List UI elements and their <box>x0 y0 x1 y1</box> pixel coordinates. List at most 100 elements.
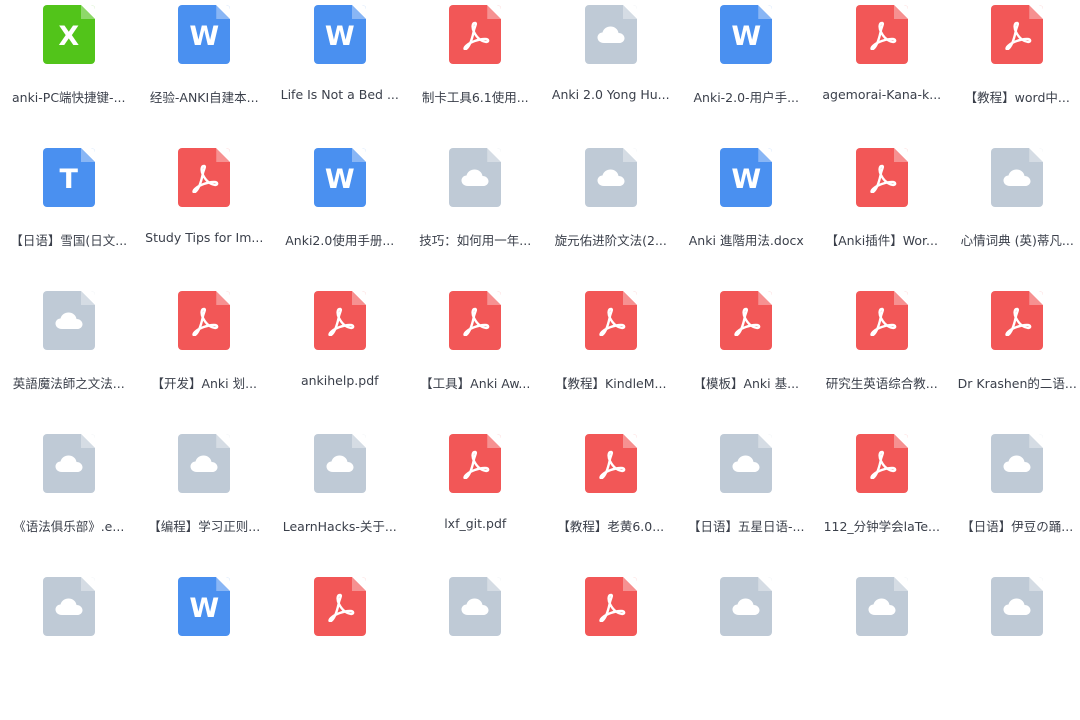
file-name: Anki2.0使用手册... <box>278 230 402 249</box>
file-item-19[interactable]: ankihelp.pdf <box>272 291 408 434</box>
pdf-file-icon <box>314 577 366 636</box>
pdf-file-icon <box>991 5 1043 64</box>
file-item-30[interactable]: 【日语】五星日语-... <box>679 434 815 577</box>
pdf-file-icon <box>585 577 637 636</box>
folded-corner-icon <box>1029 291 1043 305</box>
folded-corner-icon <box>894 291 908 305</box>
file-item-21[interactable]: 【教程】KindleM... <box>543 291 679 434</box>
cloud-file-icon <box>720 577 772 636</box>
cloud-file-icon <box>178 434 230 493</box>
file-item-27[interactable]: LearnHacks-关于... <box>272 434 408 577</box>
file-name: 技巧：如何用一年... <box>413 230 537 249</box>
file-item-29[interactable]: 【教程】老黄6.0... <box>543 434 679 577</box>
pdf-file-icon <box>314 291 366 350</box>
pdf-file-icon <box>178 291 230 350</box>
file-item-7[interactable]: agemorai-Kana-k... <box>814 5 950 148</box>
folded-corner-icon <box>216 5 230 19</box>
file-name: Study Tips for Im... <box>142 230 266 245</box>
file-name: agemorai-Kana-k... <box>820 87 944 102</box>
file-item-32[interactable]: 【日语】伊豆の踊... <box>950 434 1080 577</box>
file-type-letter: W <box>731 164 761 195</box>
folded-corner-icon <box>758 291 772 305</box>
file-item-23[interactable]: 研究生英语综合教... <box>814 291 950 434</box>
file-name: 【开发】Anki 划... <box>142 373 266 392</box>
folded-corner-icon <box>894 148 908 162</box>
file-name: 《语法俱乐部》.e... <box>7 516 131 535</box>
file-item-26[interactable]: 【编程】学习正则... <box>137 434 273 577</box>
pdf-file-icon <box>449 434 501 493</box>
file-item-38[interactable] <box>679 577 815 720</box>
file-name: 心情词典 (英)蒂凡... <box>955 230 1079 249</box>
file-item-20[interactable]: 【工具】Anki Aw... <box>408 291 544 434</box>
folded-corner-icon <box>216 577 230 591</box>
file-item-36[interactable] <box>408 577 544 720</box>
file-name: Anki-2.0-用户手... <box>684 87 808 106</box>
cloud-file-icon <box>585 5 637 64</box>
file-item-10[interactable]: Study Tips for Im... <box>137 148 273 291</box>
word-file-icon: W <box>720 148 772 207</box>
file-type-letter: W <box>189 593 219 624</box>
word-file-icon: W <box>178 577 230 636</box>
folded-corner-icon <box>487 577 501 591</box>
file-item-18[interactable]: 【开发】Anki 划... <box>137 291 273 434</box>
file-name: 英語魔法師之文法... <box>7 373 131 392</box>
pdf-file-icon <box>449 291 501 350</box>
file-name: 【教程】老黄6.0... <box>549 516 673 535</box>
file-item-6[interactable]: W Anki-2.0-用户手... <box>679 5 815 148</box>
folded-corner-icon <box>352 577 366 591</box>
pdf-file-icon <box>856 5 908 64</box>
file-grid: X anki-PC端快捷键-... W 经验-ANKI自建本... W Life… <box>0 0 1080 646</box>
file-item-1[interactable]: X anki-PC端快捷键-... <box>1 5 137 148</box>
file-item-39[interactable] <box>814 577 950 720</box>
file-item-4[interactable]: 制卡工具6.1使用... <box>408 5 544 148</box>
file-name: Anki 進階用法.docx <box>684 230 808 249</box>
folded-corner-icon <box>487 5 501 19</box>
file-item-28[interactable]: lxf_git.pdf <box>408 434 544 577</box>
folded-corner-icon <box>487 291 501 305</box>
file-type-letter: W <box>189 21 219 52</box>
cloud-file-icon <box>43 577 95 636</box>
folded-corner-icon <box>81 5 95 19</box>
file-item-15[interactable]: 【Anki插件】Wor... <box>814 148 950 291</box>
file-name: 旋元佑进阶文法(2... <box>549 230 673 249</box>
folded-corner-icon <box>1029 577 1043 591</box>
cloud-file-icon <box>449 577 501 636</box>
file-item-12[interactable]: 技巧：如何用一年... <box>408 148 544 291</box>
file-item-40[interactable] <box>950 577 1080 720</box>
pdf-file-icon <box>856 148 908 207</box>
folded-corner-icon <box>894 577 908 591</box>
file-item-13[interactable]: 旋元佑进阶文法(2... <box>543 148 679 291</box>
file-item-3[interactable]: W Life Is Not a Bed ... <box>272 5 408 148</box>
file-item-5[interactable]: Anki 2.0 Yong Hu... <box>543 5 679 148</box>
folded-corner-icon <box>216 291 230 305</box>
file-item-8[interactable]: 【教程】word中... <box>950 5 1080 148</box>
cloud-file-icon <box>43 291 95 350</box>
cloud-file-icon <box>449 148 501 207</box>
file-item-37[interactable] <box>543 577 679 720</box>
folded-corner-icon <box>623 148 637 162</box>
pdf-file-icon <box>991 291 1043 350</box>
folded-corner-icon <box>81 577 95 591</box>
pdf-file-icon <box>178 148 230 207</box>
file-name: LearnHacks-关于... <box>278 516 402 535</box>
folded-corner-icon <box>352 434 366 448</box>
file-item-25[interactable]: 《语法俱乐部》.e... <box>1 434 137 577</box>
folded-corner-icon <box>758 434 772 448</box>
pdf-file-icon <box>585 291 637 350</box>
file-item-2[interactable]: W 经验-ANKI自建本... <box>137 5 273 148</box>
folded-corner-icon <box>352 148 366 162</box>
folded-corner-icon <box>1029 434 1043 448</box>
file-item-11[interactable]: W Anki2.0使用手册... <box>272 148 408 291</box>
file-item-14[interactable]: W Anki 進階用法.docx <box>679 148 815 291</box>
file-item-33[interactable] <box>1 577 137 720</box>
file-item-17[interactable]: 英語魔法師之文法... <box>1 291 137 434</box>
cloud-file-icon <box>585 148 637 207</box>
file-item-9[interactable]: T 【日语】雪国(日文... <box>1 148 137 291</box>
file-item-22[interactable]: 【模板】Anki 基... <box>679 291 815 434</box>
file-item-16[interactable]: 心情词典 (英)蒂凡... <box>950 148 1080 291</box>
file-item-35[interactable] <box>272 577 408 720</box>
file-item-31[interactable]: 112_分钟学会laTe... <box>814 434 950 577</box>
file-item-34[interactable]: W <box>137 577 273 720</box>
file-name: 经验-ANKI自建本... <box>142 87 266 106</box>
file-item-24[interactable]: Dr Krashen的二语... <box>950 291 1080 434</box>
